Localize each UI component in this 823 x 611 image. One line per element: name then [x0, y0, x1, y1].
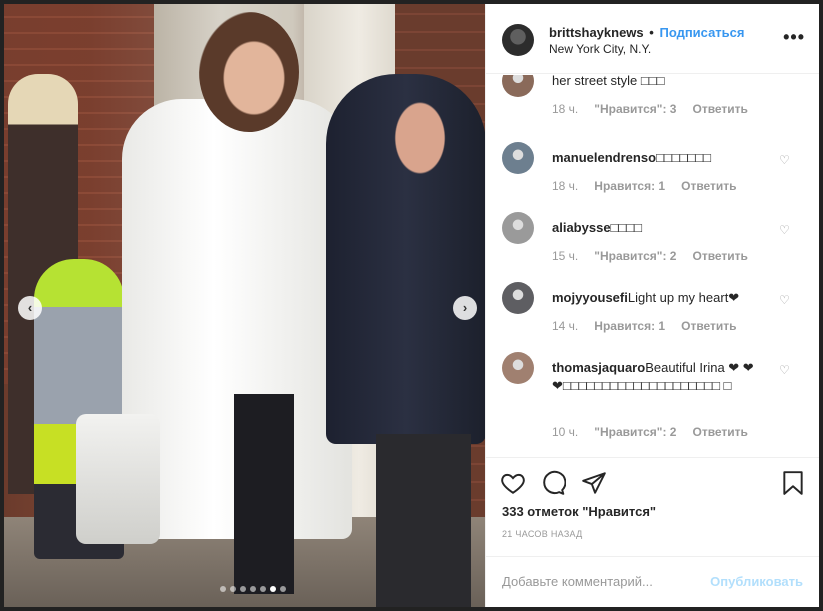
reply-button[interactable]: Ответить	[681, 179, 736, 193]
carousel-dot	[270, 586, 276, 592]
separator-dot: •	[649, 25, 654, 40]
previous-arrow-icon[interactable]: ‹	[18, 296, 42, 320]
comment-icon[interactable]	[540, 470, 566, 496]
comment-meta: 15 ч. "Нравится": 2 Ответить	[552, 249, 764, 263]
comment-meta: 18 ч. "Нравится": 3 Ответить	[552, 102, 764, 116]
post-header: brittshayknews • Подписаться New York Ci…	[486, 4, 819, 74]
comment-time: 18 ч.	[552, 179, 579, 193]
comment-username[interactable]: aliabysse	[552, 220, 611, 235]
comment-meta: 14 ч. Нравится: 1 Ответить	[552, 319, 753, 333]
comment-username[interactable]: mojyyousefi	[552, 290, 628, 305]
post-photo[interactable]: ‹ ›	[4, 4, 485, 607]
share-icon[interactable]	[581, 470, 607, 496]
comment-likes[interactable]: "Нравится": 3	[594, 102, 676, 116]
comment-time: 15 ч.	[552, 249, 579, 263]
header-user-line: brittshayknews • Подписаться	[549, 25, 744, 40]
avatar[interactable]	[502, 212, 534, 244]
comment-like-icon[interactable]: ♡	[779, 224, 791, 236]
carousel-dot	[230, 586, 236, 592]
comment-likes[interactable]: Нравится: 1	[594, 179, 665, 193]
comment-meta: 18 ч. Нравится: 1 Ответить	[552, 179, 753, 193]
avatar[interactable]	[502, 282, 534, 314]
carousel-dots	[220, 586, 286, 592]
reply-button[interactable]: Ответить	[692, 249, 747, 263]
reply-button[interactable]: Ответить	[692, 102, 747, 116]
likes-count[interactable]: 333 отметок "Нравится"	[502, 504, 656, 519]
comment-body: Light up my heart❤	[627, 290, 740, 305]
woman-legs	[234, 394, 294, 594]
comment-time: 18 ч.	[552, 102, 579, 116]
second-woman-face	[389, 94, 451, 174]
comment-likes[interactable]: "Нравится": 2	[594, 425, 676, 439]
carousel-dot	[250, 586, 256, 592]
comment-like-icon[interactable]: ♡	[779, 364, 791, 376]
comment-like-icon[interactable]: ♡	[779, 154, 791, 166]
comment-body: □□□□	[610, 220, 642, 235]
comment-text: thomasjaquaroBeautiful Irina ❤ ❤❤□□□□□□□…	[552, 359, 762, 395]
comment-username[interactable]: thomasjaquaro	[552, 360, 645, 375]
white-handbag	[76, 414, 160, 544]
comment-meta: 10 ч. "Нравится": 2 Ответить	[552, 425, 764, 439]
comment-input[interactable]: Добавьте комментарий...	[502, 574, 653, 589]
comment-text: mojyyousefiLight up my heart❤	[552, 289, 762, 307]
avatar[interactable]	[502, 24, 534, 56]
more-icon[interactable]: •••	[783, 28, 805, 46]
reply-button[interactable]: Ответить	[692, 425, 747, 439]
avatar[interactable]	[502, 352, 534, 384]
follow-button[interactable]: Подписаться	[659, 25, 744, 40]
comment-username[interactable]: manuelendrenso	[552, 150, 656, 165]
instagram-post-viewer: ‹ › brittshayknews • Подписаться New Yor…	[0, 0, 823, 611]
carousel-dot	[260, 586, 266, 592]
carousel-dot	[280, 586, 286, 592]
comment-time: 10 ч.	[552, 425, 579, 439]
heart-icon[interactable]	[500, 470, 526, 496]
avatar[interactable]	[502, 75, 534, 97]
comment-likes[interactable]: "Нравится": 2	[594, 249, 676, 263]
bookmark-icon[interactable]	[780, 470, 806, 496]
comment-time: 14 ч.	[552, 319, 579, 333]
second-woman-legs	[376, 434, 471, 607]
reply-button[interactable]: Ответить	[681, 319, 736, 333]
post-sidebar: brittshayknews • Подписаться New York Ci…	[485, 4, 819, 607]
carousel-dot	[220, 586, 226, 592]
username-link[interactable]: brittshayknews	[549, 25, 644, 40]
comment-text: manuelendrenso□□□□□□□	[552, 149, 762, 167]
comments-list[interactable]: her street style □□□ 18 ч. "Нравится": 3 От…	[486, 75, 819, 457]
post-timestamp: 21 ЧАСОВ НАЗАД	[502, 529, 583, 539]
avatar[interactable]	[502, 142, 534, 174]
comment-body: □□□□□□□	[656, 150, 711, 165]
next-arrow-icon[interactable]: ›	[453, 296, 477, 320]
add-comment-bar: Добавьте комментарий... Опубликовать	[486, 556, 819, 607]
comment-text: her street style □□□	[552, 75, 762, 90]
comment-body: her street style □□□	[552, 75, 665, 88]
comment-like-icon[interactable]: ♡	[779, 294, 791, 306]
woman-head	[199, 12, 299, 132]
post-comment-button[interactable]: Опубликовать	[710, 574, 803, 589]
comment-likes[interactable]: Нравится: 1	[594, 319, 665, 333]
carousel-dot	[240, 586, 246, 592]
comment-text: aliabysse□□□□	[552, 219, 762, 237]
post-actions: 333 отметок "Нравится" 21 ЧАСОВ НАЗАД	[486, 457, 819, 557]
location-link[interactable]: New York City, N.Y.	[549, 42, 651, 56]
